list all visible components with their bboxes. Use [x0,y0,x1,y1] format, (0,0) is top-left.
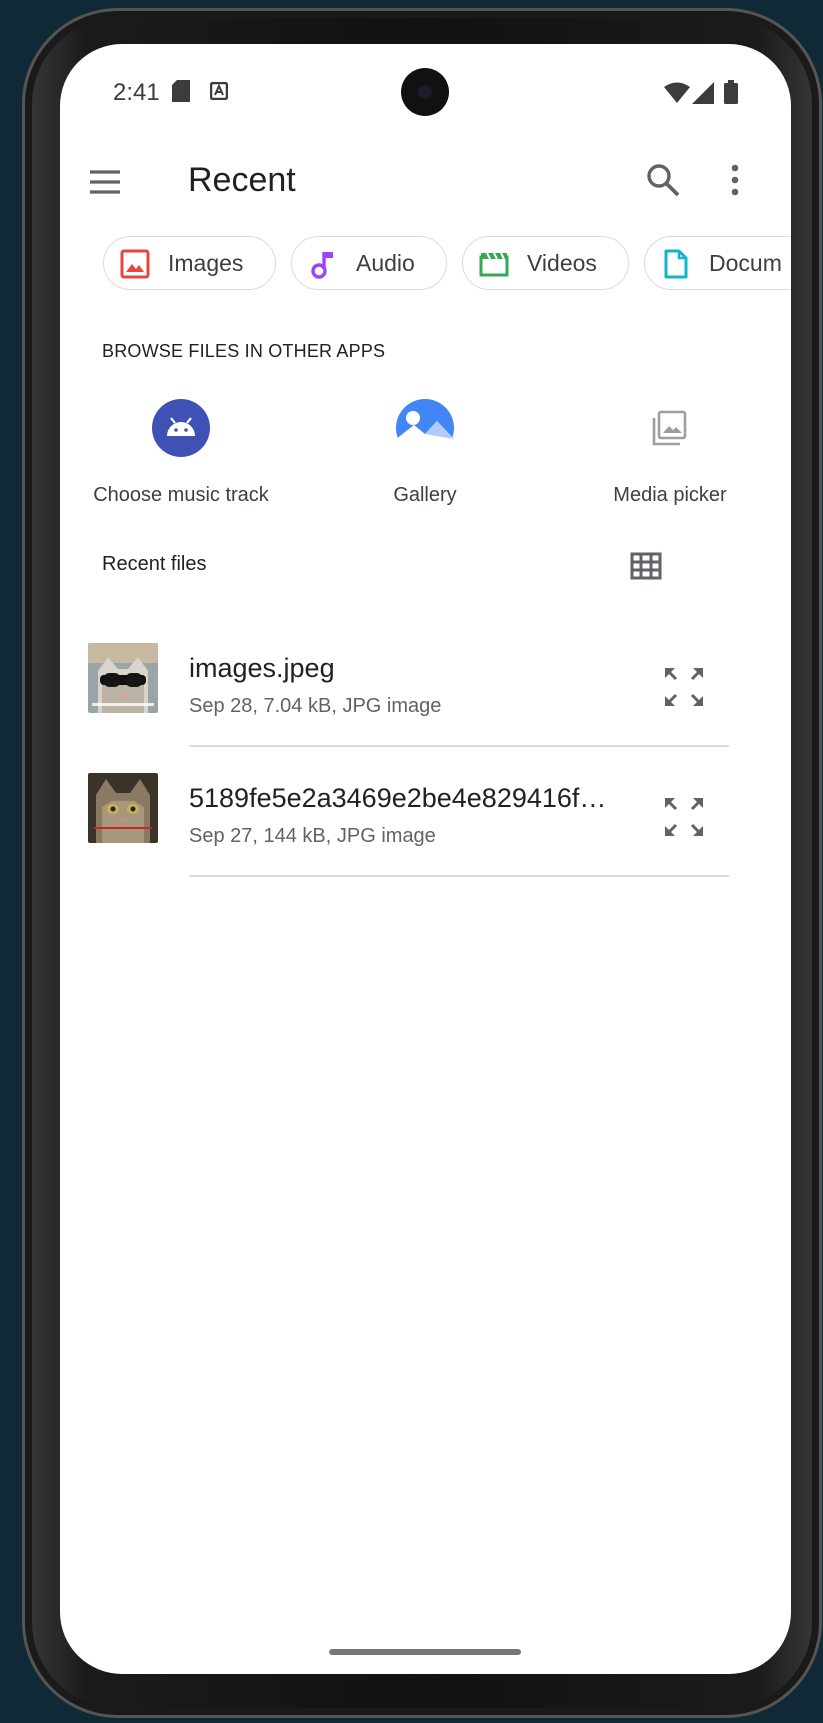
file-name: images.jpeg [189,653,335,683]
front-camera [401,68,449,116]
file-name: 5189fe5e2a3469e2be4e829416f… [189,783,607,813]
menu-icon[interactable] [87,164,123,200]
app-choose-music-track[interactable]: Choose music track [61,399,301,509]
gesture-home-bar[interactable] [329,1649,521,1655]
app-choose-music-track-label: Choose music track [93,484,269,506]
status-bar: 2:41 [60,44,791,140]
file-thumbnail [88,773,158,843]
video-clapper-icon [479,252,509,277]
gallery-icon [396,399,454,457]
sd-card-icon [172,80,190,102]
screen: 2:41 Recent Images Audio Videos Docum BR… [60,44,791,1674]
document-icon [664,249,688,279]
chip-audio-label: Audio [356,250,415,276]
battery-icon [724,80,738,104]
file-row[interactable]: images.jpeg Sep 28, 7.04 kB, JPG image [60,632,791,750]
recent-files-title: Recent files [102,553,207,575]
expand-preview-icon[interactable] [663,666,705,708]
app-gallery-label: Gallery [393,484,457,506]
media-picker-icon [652,410,687,446]
image-icon [120,249,150,279]
page-title: Recent [188,161,296,199]
chip-audio[interactable]: Audio [291,236,447,290]
more-options-icon[interactable] [720,160,750,200]
filter-chips: Images Audio Videos Docum [60,236,791,296]
wifi-icon [664,82,690,103]
file-row[interactable]: 5189fe5e2a3469e2be4e829416f… Sep 27, 144… [60,762,791,880]
notification-a-icon [210,82,228,100]
signal-icon [692,82,714,104]
chip-documents-label: Docum [709,250,782,276]
music-note-icon [311,252,333,279]
app-gallery[interactable]: Gallery [305,399,545,509]
browse-section-title: BROWSE FILES IN OTHER APPS [102,341,386,361]
file-thumbnail [88,643,158,713]
search-icon[interactable] [643,160,683,200]
app-media-picker-label: Media picker [613,484,727,506]
status-time: 2:41 [113,79,160,106]
chip-videos[interactable]: Videos [462,236,629,290]
file-meta: Sep 28, 7.04 kB, JPG image [189,695,442,717]
app-media-picker[interactable]: Media picker [550,399,790,509]
chip-images-label: Images [168,250,244,276]
grid-view-icon[interactable] [630,552,662,580]
row-divider [189,745,729,747]
file-meta: Sep 27, 144 kB, JPG image [189,825,436,847]
expand-preview-icon[interactable] [663,796,705,838]
android-icon [152,399,210,457]
chip-videos-label: Videos [527,250,597,276]
row-divider [189,875,729,877]
chip-documents[interactable]: Docum [644,236,791,290]
chip-images[interactable]: Images [103,236,276,290]
